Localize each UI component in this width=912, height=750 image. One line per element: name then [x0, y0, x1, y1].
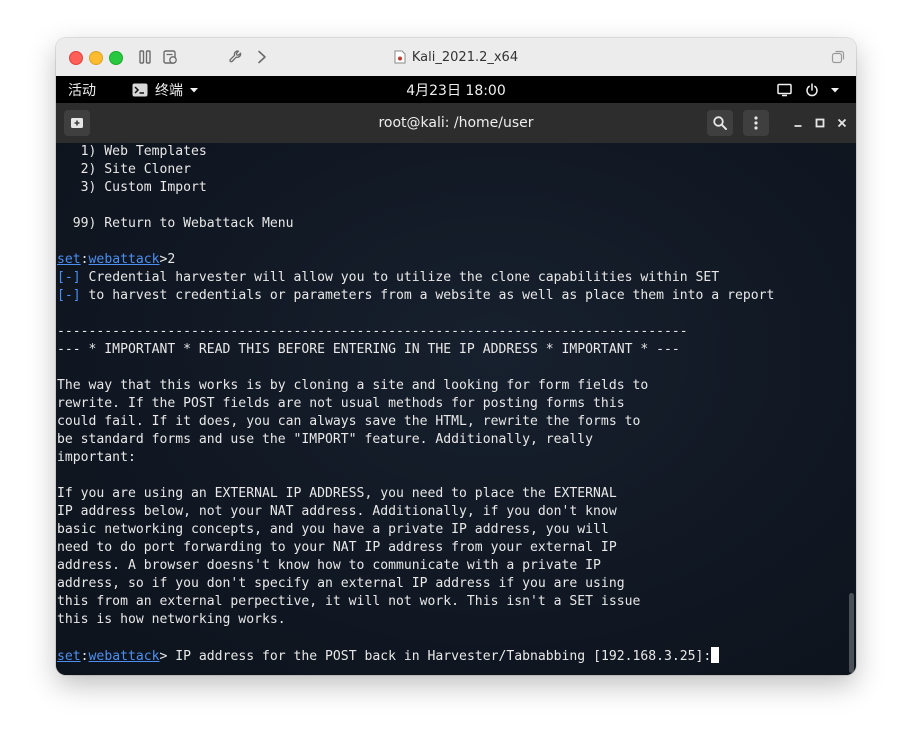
search-icon — [713, 116, 727, 130]
output-line: address. A browser doesns't know how to … — [57, 557, 774, 575]
line-text: >2 — [159, 252, 176, 267]
gnome-top-bar: 活动 终端 4月23日 18:00 — [56, 76, 856, 103]
output-line: this is how networking works. — [57, 611, 774, 629]
output-line: basic networking concepts, and you have … — [57, 521, 774, 539]
line-text: to harvest credentials or parameters fro… — [80, 288, 775, 303]
output-line: [-] to harvest credentials or parameters… — [57, 287, 774, 305]
line-text: If you are using an EXTERNAL IP ADDRESS,… — [57, 486, 617, 501]
prompt-set: set — [57, 252, 81, 267]
search-button[interactable] — [707, 110, 733, 136]
output-line: could fail. If it does, you can always s… — [57, 413, 774, 431]
line-text: 99) Return to Webattack Menu — [57, 216, 294, 231]
output-line: The way that this works is by cloning a … — [57, 377, 774, 395]
close-button[interactable] — [834, 115, 850, 131]
terminal-title: root@kali: /home/user — [378, 115, 534, 131]
output-line: 2) Site Cloner — [57, 161, 774, 179]
new-tab-button[interactable] — [64, 110, 90, 136]
screen-icon[interactable] — [777, 76, 792, 103]
maximize-button[interactable] — [812, 115, 828, 131]
terminal-output[interactable]: 1) Web Templates 2) Site Cloner 3) Custo… — [56, 143, 856, 675]
line-text: need to do port forwarding to your NAT I… — [57, 540, 617, 555]
host-titlebar: Kali_2021.2_x64 — [56, 38, 856, 77]
output-line: this from an external perpective, it wil… — [57, 593, 774, 611]
line-text: 3) Custom Import — [57, 180, 207, 195]
maximize-icon — [815, 118, 825, 128]
vm-file-icon — [394, 50, 406, 64]
terminal-scrollbar[interactable] — [849, 593, 854, 673]
close-icon — [837, 118, 847, 128]
output-line: 99) Return to Webattack Menu — [57, 215, 774, 233]
line-text: this is how networking works. — [57, 612, 286, 627]
clock-label: 4月23日 18:00 — [406, 82, 506, 99]
output-line: [-] Credential harvester will allow you … — [57, 269, 774, 287]
fullscreen-icon[interactable] — [830, 49, 846, 65]
text-cursor — [711, 647, 720, 663]
prompt-set: set — [57, 649, 81, 664]
host-window: Kali_2021.2_x64 活动 终端 4月23日 18:00 root@k… — [56, 38, 856, 675]
line-text: The way that this works is by cloning a … — [57, 378, 649, 393]
line-text: important: — [57, 450, 136, 465]
line-text: address. A browser doesns't know how to … — [57, 558, 601, 573]
output-line: be standard forms and use the "IMPORT" f… — [57, 431, 774, 449]
line-text: Credential harvester will allow you to u… — [80, 270, 720, 285]
prompt-line: set:webattack> IP address for the POST b… — [57, 647, 774, 665]
new-tab-icon — [71, 118, 83, 128]
output-line: ----------------------------------------… — [57, 323, 774, 341]
terminal-text: 1) Web Templates 2) Site Cloner 3) Custo… — [57, 143, 774, 665]
line-text: IP address below, not your NAT address. … — [57, 504, 617, 519]
line-text: be standard forms and use the "IMPORT" f… — [57, 432, 594, 447]
prompt-separator: : — [80, 252, 89, 267]
output-line: address, so if you don't specify an exte… — [57, 575, 774, 593]
line-text: 1) Web Templates — [57, 144, 207, 159]
line-text: --- * IMPORTANT * READ THIS BEFORE ENTER… — [57, 342, 680, 357]
output-line: important: — [57, 449, 774, 467]
line-text: ----------------------------------------… — [57, 324, 688, 339]
line-text: 2) Site Cloner — [57, 162, 192, 177]
menu-button[interactable] — [743, 110, 769, 136]
kebab-menu-icon — [754, 116, 758, 130]
prompt-separator: : — [80, 649, 89, 664]
minimize-button[interactable] — [790, 115, 806, 131]
output-line: 3) Custom Import — [57, 179, 774, 197]
output-line: need to do port forwarding to your NAT I… — [57, 539, 774, 557]
line-text: > IP address for the POST back in Harves… — [159, 649, 712, 664]
output-line: 1) Web Templates — [57, 143, 774, 161]
host-window-title: Kali_2021.2_x64 — [56, 38, 856, 76]
info-tag: [-] — [57, 270, 81, 285]
output-line: rewrite. If the POST fields are not usua… — [57, 395, 774, 413]
line-text: rewrite. If the POST fields are not usua… — [57, 396, 625, 411]
prompt-line: set:webattack>2 — [57, 251, 774, 269]
terminal-header: root@kali: /home/user — [56, 103, 856, 144]
host-title-text: Kali_2021.2_x64 — [411, 49, 519, 65]
line-text: address, so if you don't specify an exte… — [57, 576, 625, 591]
line-text: could fail. If it does, you can always s… — [57, 414, 641, 429]
minimize-icon — [794, 125, 802, 127]
system-menu-chevron-icon[interactable] — [830, 76, 840, 103]
output-line: IP address below, not your NAT address. … — [57, 503, 774, 521]
line-text: basic networking concepts, and you have … — [57, 522, 609, 537]
prompt-module: webattack — [88, 649, 160, 664]
power-icon[interactable] — [805, 76, 819, 103]
info-tag: [-] — [57, 288, 81, 303]
output-line: If you are using an EXTERNAL IP ADDRESS,… — [57, 485, 774, 503]
clock[interactable]: 4月23日 18:00 — [56, 76, 856, 103]
output-line: --- * IMPORTANT * READ THIS BEFORE ENTER… — [57, 341, 774, 359]
prompt-module: webattack — [88, 252, 160, 267]
line-text: this from an external perpective, it wil… — [57, 594, 641, 609]
